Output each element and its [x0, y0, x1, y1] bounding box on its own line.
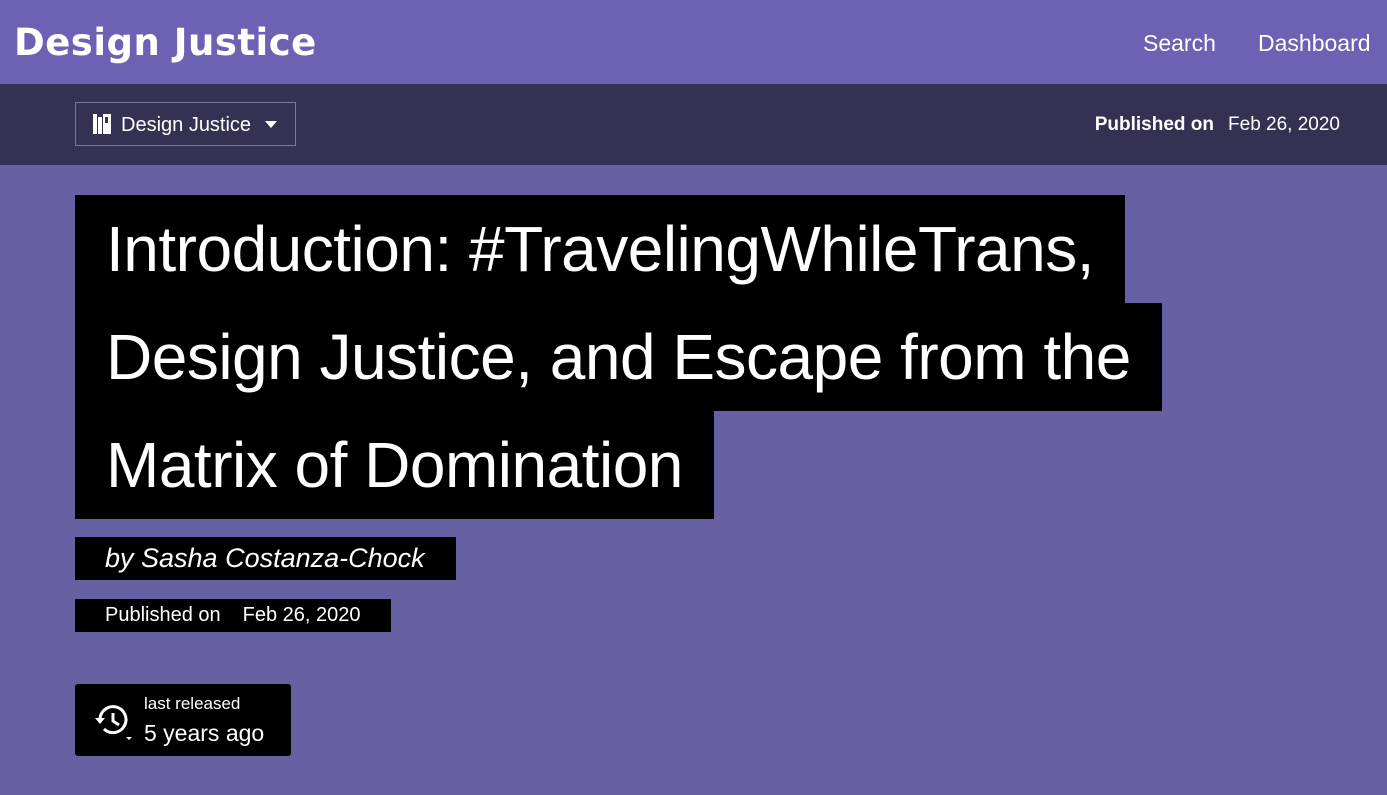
- release-label: last released: [144, 694, 241, 713]
- article-published-label: Published on: [105, 604, 221, 626]
- release-value: 5 years ago: [144, 720, 265, 746]
- history-icon: [95, 705, 132, 740]
- nav-dashboard-link[interactable]: Dashboard: [1258, 28, 1371, 58]
- article-published-info: Published on Feb 26, 2020: [75, 599, 391, 632]
- collection-label: Design Justice: [121, 114, 252, 136]
- collection-dropdown-button[interactable]: Design Justice: [75, 102, 296, 146]
- header-published-date: Feb 26, 2020: [1228, 114, 1340, 135]
- nav-search-link[interactable]: Search: [1143, 28, 1216, 58]
- title-line-3: Matrix of Domination: [75, 411, 714, 519]
- header-published-info: Published on Feb 26, 2020: [1095, 113, 1340, 137]
- top-navigation-bar: Design Justice Search Dashboard: [0, 0, 1387, 84]
- caret-down-icon: [265, 121, 277, 128]
- collection-header-bar: Design Justice Published on Feb 26, 2020: [0, 84, 1387, 165]
- release-history-button[interactable]: last released 5 years ago: [75, 684, 291, 756]
- article-title: Introduction: #TravelingWhileTrans, Desi…: [75, 195, 1235, 519]
- title-line-1: Introduction: #TravelingWhileTrans,: [75, 195, 1125, 303]
- title-line-2: Design Justice, and Escape from the: [75, 303, 1162, 411]
- book-icon: [93, 114, 111, 134]
- site-brand[interactable]: Design Justice: [14, 18, 317, 68]
- article-byline: by Sasha Costanza-Chock: [75, 537, 456, 580]
- header-published-label: Published on: [1094, 114, 1215, 135]
- article-published-date: Feb 26, 2020: [242, 604, 361, 626]
